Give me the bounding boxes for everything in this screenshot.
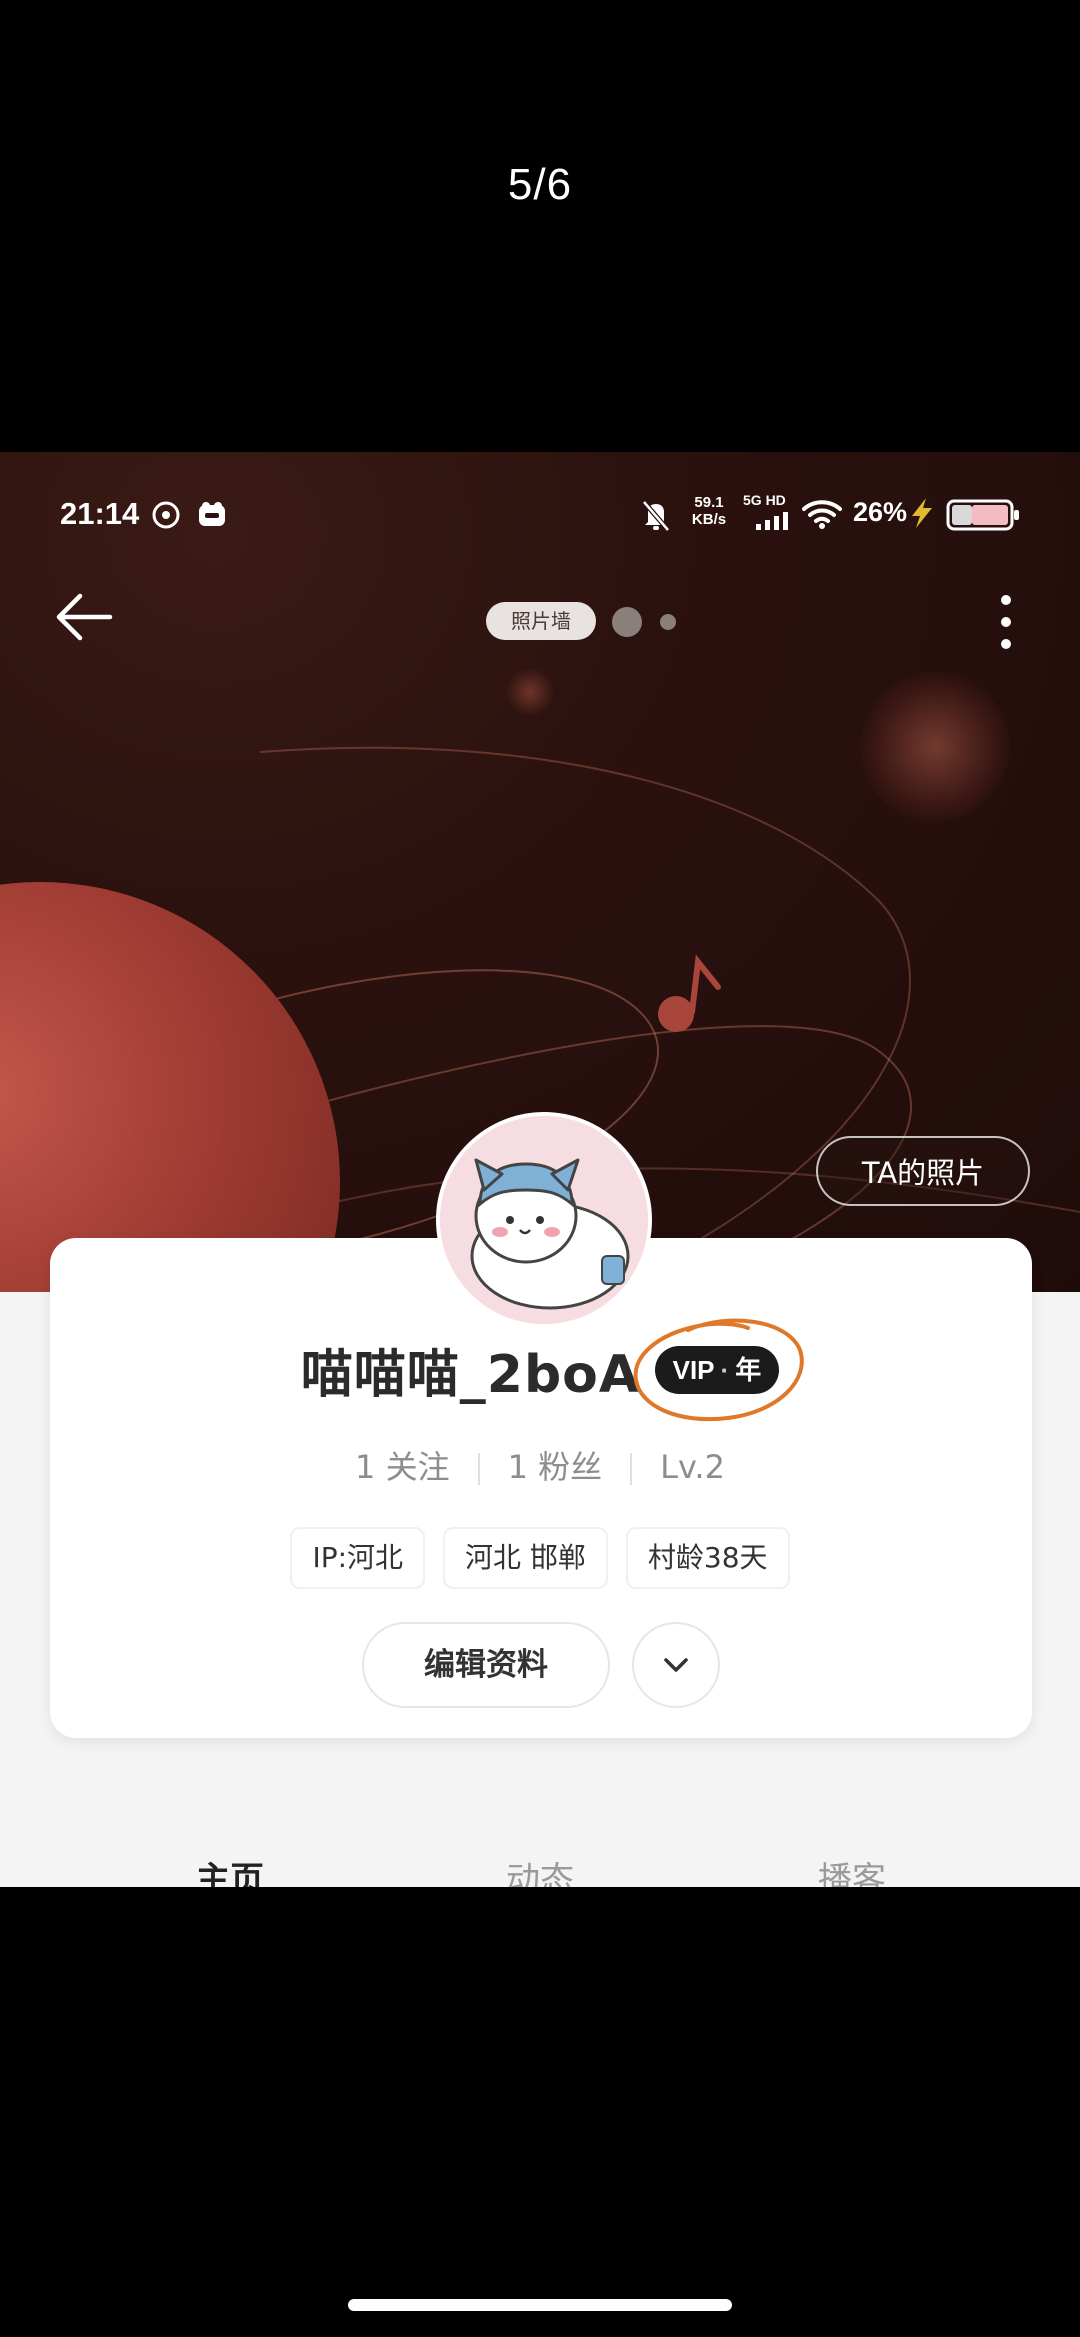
- user-level[interactable]: Lv.2: [632, 1448, 753, 1486]
- back-button[interactable]: [50, 582, 120, 652]
- wifi-icon: [802, 500, 842, 529]
- username-row: 喵喵喵_2boA VIP · 年: [0, 1332, 1080, 1412]
- profile-stats: 1 关注 1 粉丝 Lv.2: [0, 1442, 1080, 1488]
- status-bar: 21:14 59.1 KB/s 5G HD 26%: [0, 492, 1080, 552]
- signal-icon: [756, 512, 788, 530]
- back-arrow-icon: [56, 593, 113, 641]
- cat-avatar-illustration: [440, 1116, 648, 1324]
- hand-drawn-circle-annotation: [633, 1318, 804, 1422]
- music-note-icon: [658, 954, 721, 1032]
- glow-small-decoration: [505, 667, 555, 717]
- avatar[interactable]: [436, 1112, 652, 1328]
- charging-icon: [912, 498, 932, 528]
- account-age-tag: 村龄38天: [625, 1527, 790, 1589]
- following-count[interactable]: 1 关注: [327, 1442, 478, 1488]
- edit-profile-button[interactable]: 编辑资料: [362, 1622, 610, 1708]
- followers-count[interactable]: 1 粉丝: [480, 1442, 631, 1488]
- profile-screenshot: 21:14 59.1 KB/s 5G HD 26% 照片墙 TA的照片 喵喵喵_…: [0, 452, 1080, 1887]
- photo-wall-indicator[interactable]: 照片墙: [486, 602, 596, 640]
- app-notification-icon: [199, 502, 225, 526]
- more-options-button[interactable]: [996, 592, 1016, 656]
- region-tag: 河北 邯郸: [443, 1527, 608, 1589]
- more-vertical-icon: [1001, 595, 1011, 649]
- expand-button[interactable]: [632, 1622, 720, 1708]
- net-speed: 59.1 KB/s: [691, 494, 727, 528]
- tab-home[interactable]: 主页: [130, 1852, 330, 1887]
- top-navigation-bar: 照片墙: [0, 582, 1080, 662]
- battery-percent: 26%: [853, 497, 908, 527]
- chevron-down-icon: [664, 1658, 688, 1672]
- image-viewer: 5/6 21:14 59.1 KB/s 5G HD 26% 照片墙 TA的照片 …: [0, 0, 1080, 2337]
- ip-location-tag: IP:河北: [290, 1527, 426, 1589]
- ta-photos-button[interactable]: TA的照片: [816, 1136, 1030, 1206]
- music-app-icon: [152, 501, 180, 529]
- tab-podcast[interactable]: 播客: [752, 1852, 952, 1887]
- profile-tags: IP:河北 河北 邯郸 村龄38天: [0, 1527, 1080, 1589]
- home-indicator[interactable]: [348, 2299, 732, 2311]
- username: 喵喵喵_2boA: [300, 1345, 641, 1405]
- page-dot-2[interactable]: [612, 607, 642, 637]
- mute-bell-icon: [642, 500, 670, 532]
- network-type: 5G HD: [743, 492, 786, 508]
- image-counter: 5/6: [507, 160, 573, 209]
- tab-activity[interactable]: 动态: [440, 1852, 640, 1887]
- profile-tabs: 主页 动态 播客: [0, 1852, 1080, 1887]
- glow-decoration: [860, 672, 1010, 822]
- battery-icon: [946, 499, 1019, 531]
- status-time: 21:14: [60, 496, 140, 531]
- page-dot-3[interactable]: [660, 614, 676, 630]
